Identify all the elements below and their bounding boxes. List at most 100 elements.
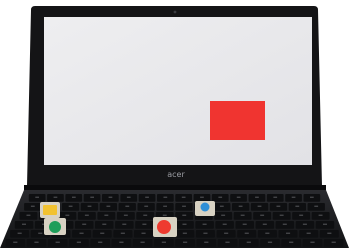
key-legend [13,241,18,243]
key-legend [257,205,262,207]
key-legend [273,196,278,198]
key-legend [34,241,39,243]
keyboard-key [248,194,266,202]
yellow-sticker [40,202,60,218]
keyboard-key [47,239,68,247]
key-legend [310,196,314,198]
laptop-hinge [24,185,326,190]
key-legend [143,214,148,216]
keyboard-key [134,230,153,238]
key-legend [262,223,267,225]
keyboard-key [285,194,302,202]
keyboard-key [135,221,154,229]
keyboard-key [24,203,42,211]
keyboard-key [14,221,34,229]
key-legend [282,223,287,225]
key-legend [331,241,336,243]
blue-sticker [195,201,215,216]
key-legend [200,196,204,198]
keyboard-key [90,239,110,247]
keyboard-key [275,221,295,229]
key-legend [162,214,167,216]
keyboard-key [193,194,211,202]
key-legend [276,205,281,207]
key-legend [72,196,76,198]
keyboard-key [69,239,89,247]
keyboard-key [311,212,330,220]
keyboard-key [237,230,257,238]
keyboard-key [75,221,94,229]
screen-target-rectangle [210,101,265,140]
key-legend [100,232,105,234]
keyboard-key [138,194,156,202]
key-legend [238,205,243,207]
keyboard-key [230,194,247,202]
keyboard-key [292,212,311,220]
brand-logo-text: acer [167,170,185,179]
key-legend [182,205,186,207]
key-legend [98,241,103,243]
key-legend [182,232,187,234]
key-legend [182,214,187,216]
keyboard-key [307,203,325,211]
keyboard-key [26,239,47,247]
keyboard-key [232,203,250,211]
key-legend [224,232,229,234]
keyboard-key [120,194,138,202]
keyboard-key [111,239,132,247]
keyboard-key [28,194,46,202]
keyboard-key [5,239,26,247]
key-legend [182,223,187,225]
key-legend [102,223,107,225]
key-legend [314,205,319,207]
key-legend [202,223,207,225]
key-legend [145,196,149,198]
keyboard-key [136,212,155,220]
key-legend [17,232,22,234]
keyboard-key [156,203,174,211]
keyboard-key [215,221,234,229]
key-legend [299,214,304,216]
keyboard-key [303,194,321,202]
keyboard-key [216,230,236,238]
key-legend [22,223,26,225]
key-legend [310,241,315,243]
keyboard-key [319,230,339,238]
key-legend [126,196,131,198]
key-legend [289,241,294,243]
key-legend [302,223,307,225]
keyboard-key [83,194,101,202]
key-legend [242,223,247,225]
key-legend [327,232,332,234]
key-legend [246,241,251,243]
keyboard-key [92,230,112,238]
key-legend [279,214,284,216]
keyboard-key [253,212,272,220]
key-legend [291,196,296,198]
key-legend [267,241,273,243]
keyboard-key [272,212,291,220]
keyboard-key [61,203,80,211]
keyboard-key [315,221,335,229]
keyboard-key [10,230,30,238]
key-legend [122,223,127,225]
key-legend [119,241,124,243]
key-legend [142,223,147,225]
key-legend [218,196,223,198]
key-legend [30,205,35,207]
key-legend [82,223,87,225]
red-sticker [153,217,177,237]
keyboard-key [235,221,254,229]
keyboard-key [195,230,215,238]
keyboard-key [115,221,134,229]
key-legend [68,205,73,207]
keyboard-key [157,194,174,202]
keyboard-key [65,194,83,202]
keyboard-key [47,194,64,202]
key-legend [79,232,84,234]
key-legend [286,232,291,234]
keyboard-key [217,239,238,247]
key-legend [87,205,92,207]
keyboard-key [195,221,214,229]
keyboard-key [175,239,195,247]
